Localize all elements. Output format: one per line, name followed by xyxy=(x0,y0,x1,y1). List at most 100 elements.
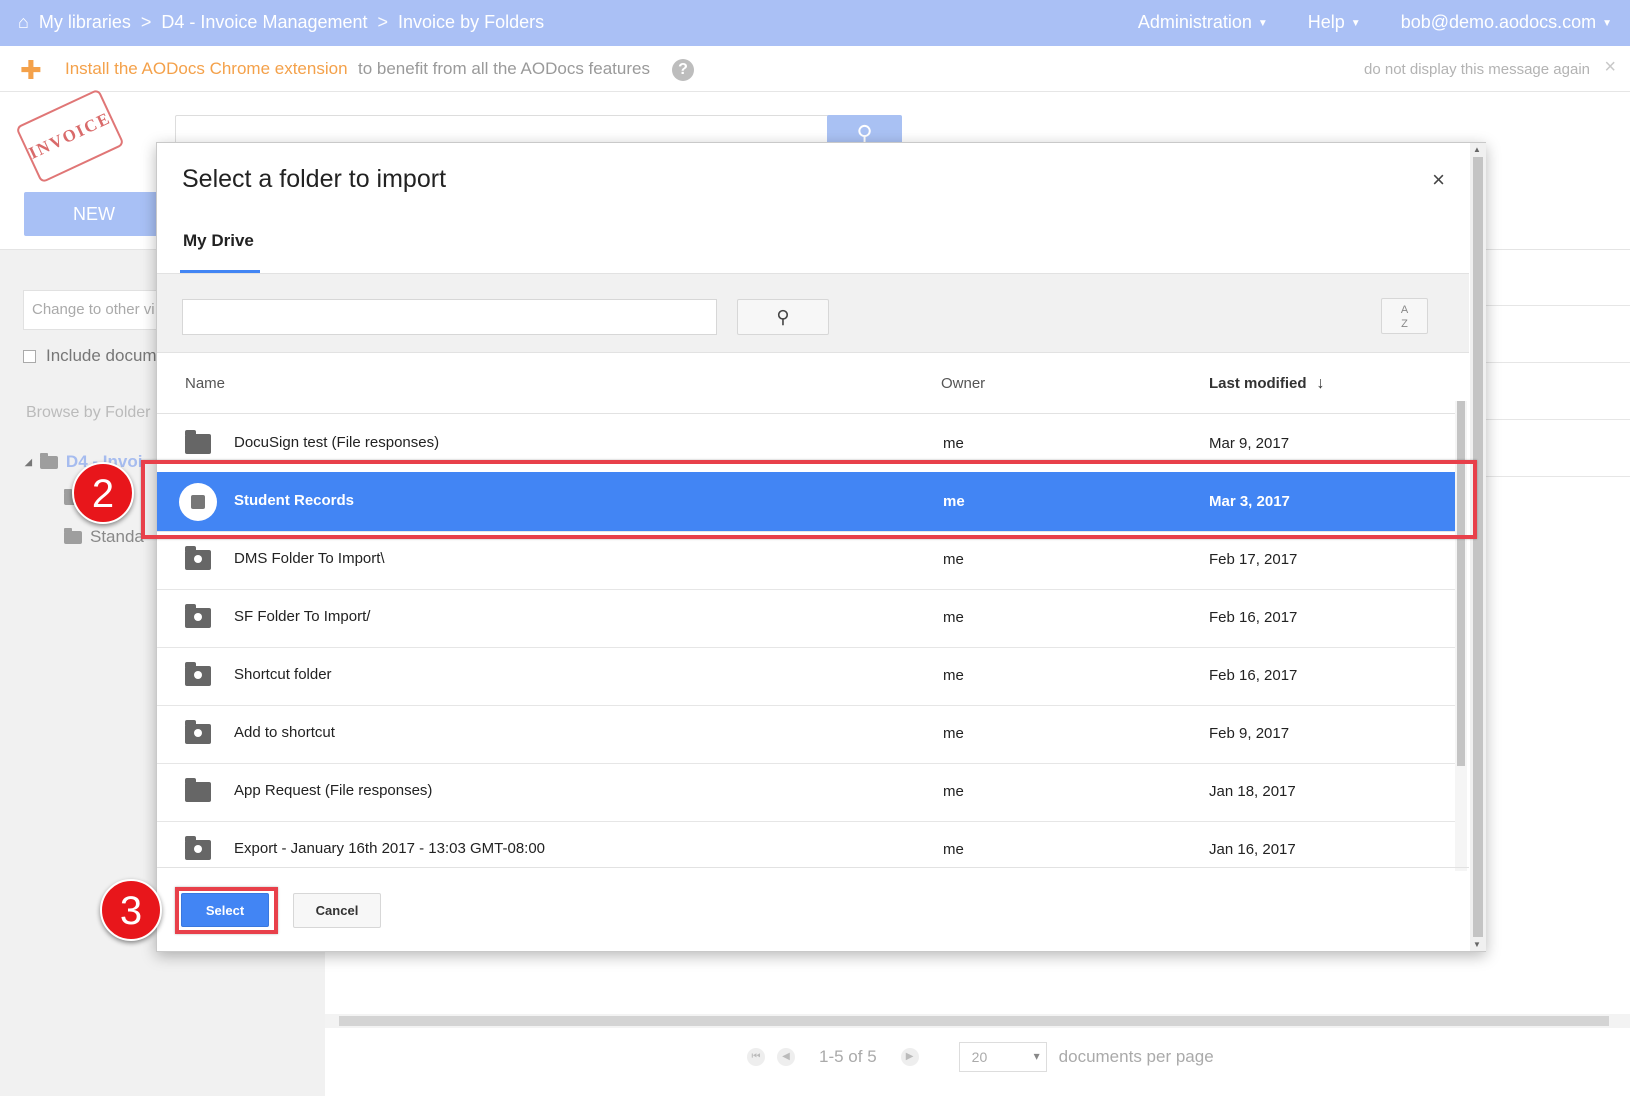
divider xyxy=(157,867,1469,868)
column-header-last-modified[interactable]: Last modified ↓ xyxy=(1209,375,1325,393)
shared-folder-icon xyxy=(185,836,211,860)
scroll-down-icon[interactable]: ▼ xyxy=(1473,940,1481,949)
scrollbar-thumb[interactable] xyxy=(1457,401,1465,766)
select-button[interactable]: Select xyxy=(181,893,269,927)
dialog-title: Select a folder to import xyxy=(182,165,447,193)
user-email: bob@demo.aodocs.com xyxy=(1400,12,1597,32)
puzzle-icon: ✚ xyxy=(20,55,42,85)
list-scrollbar[interactable] xyxy=(1455,401,1467,871)
folder-modified: Jan 18, 2017 xyxy=(1209,783,1296,800)
folder-owner: me xyxy=(943,841,964,858)
select-folder-dialog: Select a folder to import × My Drive ⚲ A… xyxy=(156,142,1486,952)
breadcrumb-separator: > xyxy=(140,12,152,32)
breadcrumb-view[interactable]: Invoice by Folders xyxy=(398,12,544,33)
breadcrumb-library[interactable]: D4 - Invoice Management xyxy=(161,12,367,33)
folder-row-selected[interactable]: Student Records me Mar 3, 2017 xyxy=(157,472,1455,532)
folder-icon xyxy=(185,778,211,802)
pagination: ⏮ ◀ 1-5 of 5 ▶ 20 documents per page xyxy=(747,1042,1214,1072)
previous-page-icon[interactable]: ◀ xyxy=(777,1048,795,1066)
step-badge-3: 3 xyxy=(100,879,162,941)
home-icon[interactable]: ⌂ xyxy=(18,12,29,33)
first-page-icon[interactable]: ⏮ xyxy=(747,1048,765,1066)
page-count: 1-5 of 5 xyxy=(819,1047,877,1066)
tree-item-label: Standa xyxy=(90,527,144,546)
folder-modified: Mar 3, 2017 xyxy=(1209,493,1290,510)
sort-az-icon[interactable]: AZ xyxy=(1381,298,1428,334)
search-icon[interactable]: ⚲ xyxy=(737,299,829,335)
sort-descending-icon: ↓ xyxy=(1316,375,1325,392)
folder-icon xyxy=(64,527,82,544)
folder-name: App Request (File responses) xyxy=(234,782,433,799)
tab-my-drive[interactable]: My Drive xyxy=(183,231,254,251)
checkbox-icon[interactable] xyxy=(23,349,36,363)
folder-list: DocuSign test (File responses) me Mar 9,… xyxy=(157,414,1455,866)
column-header-owner[interactable]: Owner xyxy=(941,375,985,392)
extension-notice-bar: ✚ Install the AODocs Chrome extension to… xyxy=(0,46,1630,92)
scroll-up-icon[interactable]: ▲ xyxy=(1473,145,1481,154)
scrollbar-thumb[interactable] xyxy=(1473,157,1483,937)
folder-search-input[interactable] xyxy=(182,299,717,335)
new-button[interactable]: NEW xyxy=(24,192,164,236)
breadcrumb-separator: > xyxy=(377,12,389,32)
include-documents-checkbox[interactable]: Include docum xyxy=(23,346,157,366)
chevron-down-icon: ▼ xyxy=(1350,17,1361,29)
change-view-select[interactable]: Change to other vi xyxy=(23,290,173,330)
user-menu[interactable]: bob@demo.aodocs.com ▼ xyxy=(1401,12,1612,33)
dialog-toolbar: ⚲ AZ xyxy=(157,273,1469,353)
folder-name: DocuSign test (File responses) xyxy=(234,434,440,451)
help-icon[interactable]: ? xyxy=(672,59,694,81)
administration-label: Administration xyxy=(1137,12,1252,32)
per-page-select[interactable]: 20 xyxy=(958,1042,1047,1072)
breadcrumb: ⌂ My libraries > D4 - Invoice Management… xyxy=(18,12,544,33)
folder-modified: Feb 16, 2017 xyxy=(1209,667,1298,684)
folder-name: SF Folder To Import/ xyxy=(234,608,371,625)
folder-owner: me xyxy=(943,493,965,510)
shared-folder-icon xyxy=(179,483,217,521)
folder-owner: me xyxy=(943,609,964,626)
expand-triangle-icon[interactable]: ◢ xyxy=(25,457,32,468)
shared-folder-icon xyxy=(185,720,211,744)
folder-name: Student Records xyxy=(234,492,355,509)
chevron-down-icon: ▼ xyxy=(1602,17,1612,29)
folder-icon xyxy=(185,430,211,454)
folder-row[interactable]: DMS Folder To Import\ me Feb 17, 2017 xyxy=(157,530,1455,590)
next-page-icon[interactable]: ▶ xyxy=(900,1048,919,1066)
folder-row[interactable]: Export - January 16th 2017 - 13:03 GMT-0… xyxy=(157,820,1455,866)
dismiss-notice-link[interactable]: do not display this message again xyxy=(1364,61,1590,78)
administration-menu[interactable]: Administration ▼ xyxy=(1138,12,1268,33)
chevron-down-icon: ▼ xyxy=(1257,17,1268,29)
folder-modified: Jan 16, 2017 xyxy=(1209,841,1296,858)
close-icon[interactable]: × xyxy=(1432,167,1445,193)
folder-name: Add to shortcut xyxy=(234,724,335,741)
scrollbar-thumb[interactable] xyxy=(339,1016,1609,1026)
folder-row[interactable]: App Request (File responses) me Jan 18, … xyxy=(157,762,1455,822)
shared-folder-icon xyxy=(185,662,211,686)
folder-owner: me xyxy=(943,667,964,684)
tree-item-child[interactable]: Standa xyxy=(64,527,144,547)
help-label: Help xyxy=(1307,12,1345,32)
top-menu: Administration ▼ Help ▼ bob@demo.aodocs.co… xyxy=(1138,12,1612,33)
install-extension-link[interactable]: Install the AODocs Chrome extension xyxy=(65,59,348,79)
shared-folder-icon xyxy=(185,546,211,570)
folder-modified: Feb 17, 2017 xyxy=(1209,551,1298,568)
dialog-scrollbar[interactable]: ▲ ▼ xyxy=(1470,143,1486,951)
folder-row[interactable]: Shortcut folder me Feb 16, 2017 xyxy=(157,646,1455,706)
folder-row[interactable]: SF Folder To Import/ me Feb 16, 2017 xyxy=(157,588,1455,648)
shared-folder-icon xyxy=(185,604,211,628)
help-menu[interactable]: Help ▼ xyxy=(1308,12,1361,33)
close-icon[interactable]: × xyxy=(1604,56,1616,79)
folder-owner: me xyxy=(943,725,964,742)
folder-modified: Feb 16, 2017 xyxy=(1209,609,1298,626)
folder-name: Export - January 16th 2017 - 13:03 GMT-0… xyxy=(234,840,546,857)
cancel-button[interactable]: Cancel xyxy=(293,893,381,928)
horizontal-scrollbar[interactable] xyxy=(325,1014,1630,1028)
top-navigation-bar: ⌂ My libraries > D4 - Invoice Management… xyxy=(0,0,1630,46)
notice-text: to benefit from all the AODocs features xyxy=(358,59,650,78)
folder-row[interactable]: DocuSign test (File responses) me Mar 9,… xyxy=(157,414,1455,474)
folder-owner: me xyxy=(943,783,964,800)
folder-owner: me xyxy=(943,551,964,568)
column-header-label: Last modified xyxy=(1209,375,1307,392)
breadcrumb-my-libraries[interactable]: My libraries xyxy=(39,12,131,33)
folder-row[interactable]: Add to shortcut me Feb 9, 2017 xyxy=(157,704,1455,764)
column-header-name[interactable]: Name xyxy=(185,375,225,392)
